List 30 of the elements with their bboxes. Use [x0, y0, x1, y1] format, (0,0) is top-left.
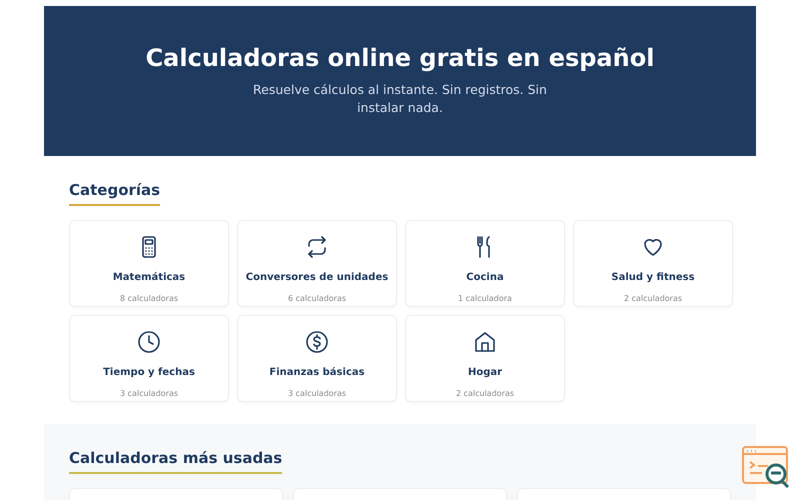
category-name: Tiempo y fechas: [103, 366, 195, 379]
category-count: 3 calculadoras: [288, 388, 346, 400]
category-name: Hogar: [468, 366, 502, 379]
section-heading: Calculadoras más usadas: [69, 449, 282, 474]
category-card[interactable]: Tiempo y fechas 3 calculadoras: [69, 315, 229, 402]
category-name: Finanzas básicas: [269, 366, 365, 379]
category-card[interactable]: Conversores de unidades 6 calculadoras: [237, 220, 397, 307]
dollar-icon: [305, 330, 329, 354]
category-count: 2 calculadoras: [456, 388, 514, 400]
section-heading: Categorías: [69, 181, 160, 206]
category-name: Cocina: [466, 271, 504, 284]
category-name: Conversores de unidades: [246, 271, 388, 284]
page-title: Calculadoras online gratis en español: [144, 44, 656, 73]
category-name: Matemáticas: [112, 271, 186, 284]
category-count: 2 calculadoras: [624, 294, 682, 304]
house-icon: [473, 330, 497, 354]
category-count: 1 calculadora: [458, 294, 512, 304]
category-count: 3 calculadoras: [120, 388, 178, 400]
category-card[interactable]: Hogar 2 calculadoras: [405, 315, 565, 402]
category-count: 6 calculadoras: [288, 294, 346, 304]
swap-arrows-icon: [305, 235, 329, 259]
category-card[interactable]: Matemáticas 8 calculadoras: [69, 220, 229, 307]
clock-icon: [137, 330, 161, 354]
category-card[interactable]: Cocina 1 calculadora: [405, 220, 565, 307]
category-name: Salud y fitness: [611, 271, 695, 284]
browser-search-icon[interactable]: [742, 446, 790, 488]
category-card[interactable]: Salud y fitness 2 calculadoras: [573, 220, 733, 307]
category-count: 8 calculadoras: [120, 294, 178, 304]
hero-subtitle: Resuelve cálculos al instante. Sin registros. Sin instalar nada.: [252, 80, 548, 117]
category-card[interactable]: Finanzas básicas 3 calculadoras: [237, 315, 397, 402]
